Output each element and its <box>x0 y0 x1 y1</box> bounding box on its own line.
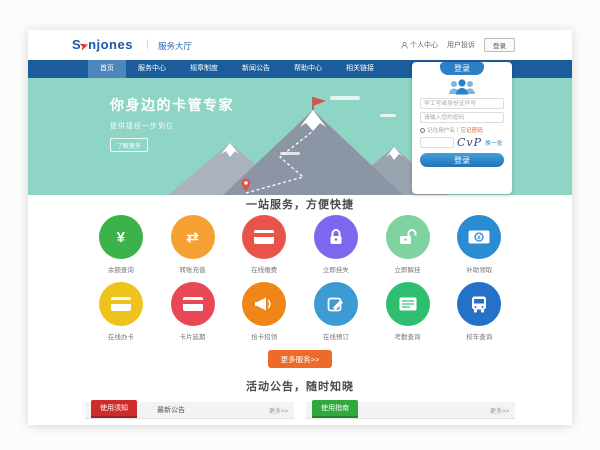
services-title: 一站服务，方便快捷 <box>28 199 572 211</box>
username-input[interactable] <box>420 98 504 109</box>
login-submit-button[interactable]: 登录 <box>420 153 504 167</box>
logo[interactable]: S➤njones <box>72 37 133 52</box>
tab-usage-notice[interactable]: 使用须知 <box>91 400 137 418</box>
login-tab[interactable]: 登录 <box>440 62 484 75</box>
captcha-row: CvP 换一张 <box>420 137 504 148</box>
announcements-section: 活动公告，随时知晓 使用须知 最新公告 更多>> 使用指南 更多>> <box>28 381 572 419</box>
more-link-left[interactable]: 更多>> <box>269 406 288 415</box>
logo-separator: | <box>146 39 149 50</box>
user-icon <box>401 42 408 49</box>
more-link-right[interactable]: 更多>> <box>490 406 509 415</box>
service-item-unlock[interactable]: 立即解挂 <box>372 215 444 274</box>
announcement-panel-left: 使用须知 最新公告 更多>> <box>85 402 294 419</box>
cloud-decor <box>330 96 360 100</box>
card-icon <box>171 282 215 326</box>
users-icon <box>446 78 478 95</box>
cloud-decor <box>380 114 396 117</box>
banknote-icon: ¥ <box>457 215 501 259</box>
card-icon <box>99 282 143 326</box>
services-section: 一站服务，方便快捷 ¥ 余额查询 ⇄ 转账充值 在线缴费 立即挂失 <box>28 195 572 368</box>
service-item-lost-found[interactable]: 拾卡招领 <box>228 282 300 341</box>
announcement-bars: 使用须知 最新公告 更多>> 使用指南 更多>> <box>85 402 515 419</box>
user-feedback-label: 用户投诉 <box>447 40 475 50</box>
nav-item-help-center[interactable]: 帮助中心 <box>282 60 334 78</box>
captcha-refresh-link[interactable]: 换一张 <box>485 138 502 147</box>
svg-text:¥: ¥ <box>477 235 481 242</box>
user-feedback-link[interactable]: 用户投诉 <box>447 40 475 50</box>
hero-subtitle: 提供捷径一步到位 <box>110 121 234 131</box>
login-panel: 登录 记住用户名 | 忘记密码 CvP 换一张 登录 <box>412 62 512 194</box>
remember-row: 记住用户名 | 忘记密码 <box>420 126 504 134</box>
captcha-input[interactable] <box>420 137 454 148</box>
more-services-button[interactable]: 更多服务>> <box>268 350 333 368</box>
header: S➤njones | 服务大厅 个人中心 用户投诉 登录 <box>28 30 572 60</box>
transfer-icon: ⇄ <box>171 215 215 259</box>
nav-item-home[interactable]: 首页 <box>88 60 126 78</box>
service-item-card-extension[interactable]: 卡片延期 <box>157 282 229 341</box>
hero-cta-button[interactable]: 了解更多 <box>110 138 148 152</box>
services-row-1: ¥ 余额查询 ⇄ 转账充值 在线缴费 立即挂失 立即解挂 <box>85 215 515 274</box>
service-item-report-loss[interactable]: 立即挂失 <box>300 215 372 274</box>
edit-icon <box>314 282 358 326</box>
remember-label: 记住用户名 <box>427 126 455 134</box>
lock-icon <box>314 215 358 259</box>
service-item-school-bus[interactable]: 校车查询 <box>443 282 515 341</box>
cloud-decor <box>280 152 300 155</box>
nav-item-news[interactable]: 新闻公告 <box>230 60 282 78</box>
service-item-transfer[interactable]: ⇄ 转账充值 <box>157 215 229 274</box>
service-item-pay[interactable]: 在线缴费 <box>228 215 300 274</box>
personal-center-label: 个人中心 <box>410 40 438 50</box>
tab-user-guide[interactable]: 使用指南 <box>312 400 358 418</box>
announcement-panel-right: 使用指南 更多>> <box>306 402 515 419</box>
remember-divider: | <box>457 127 458 133</box>
page: S➤njones | 服务大厅 个人中心 用户投诉 登录 首页 服务中心 规章制… <box>28 30 572 425</box>
forgot-password-link[interactable]: 忘记密码 <box>460 126 482 134</box>
bus-icon <box>457 282 501 326</box>
service-item-subsidy[interactable]: ¥ 补助领取 <box>443 215 515 274</box>
unlock-icon <box>386 215 430 259</box>
captcha-image: CvP <box>457 137 482 148</box>
header-right-menu: 个人中心 用户投诉 登录 <box>401 38 515 52</box>
card-icon <box>242 215 286 259</box>
services-row-2: 在线办卡 卡片延期 拾卡招领 在线预订 <box>85 282 515 341</box>
service-item-booking[interactable]: 在线预订 <box>300 282 372 341</box>
hero-text-block: 你身边的卡管专家 提供捷径一步到位 了解更多 <box>110 95 234 153</box>
nav-item-links[interactable]: 相关链接 <box>334 60 386 78</box>
password-input[interactable] <box>420 112 504 123</box>
nav-item-service-center[interactable]: 服务中心 <box>126 60 178 78</box>
nav-item-rules[interactable]: 规章制度 <box>178 60 230 78</box>
tab-latest-announcements[interactable]: 最新公告 <box>157 405 185 415</box>
yen-icon: ¥ <box>99 215 143 259</box>
attendance-icon <box>386 282 430 326</box>
header-login-button[interactable]: 登录 <box>484 38 515 52</box>
logo-text-suffix: njones <box>88 37 133 52</box>
personal-center-link[interactable]: 个人中心 <box>401 40 438 50</box>
hero-title: 你身边的卡管专家 <box>110 95 234 115</box>
service-item-new-card[interactable]: 在线办卡 <box>85 282 157 341</box>
service-item-balance[interactable]: ¥ 余额查询 <box>85 215 157 274</box>
service-item-attendance[interactable]: 考勤查询 <box>372 282 444 341</box>
site-name: 服务大厅 <box>158 40 192 52</box>
megaphone-icon <box>242 282 286 326</box>
remember-checkbox[interactable] <box>420 128 425 133</box>
announcements-title: 活动公告，随时知晓 <box>28 381 572 393</box>
